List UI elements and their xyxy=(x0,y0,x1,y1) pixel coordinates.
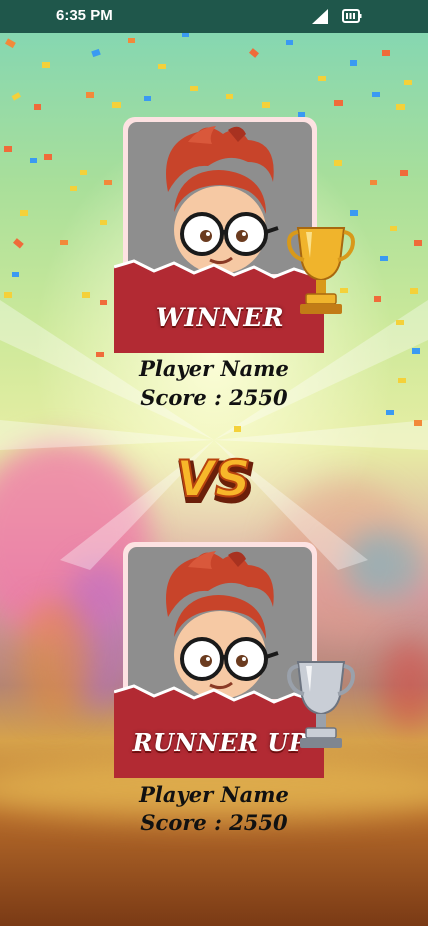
battery-icon xyxy=(342,9,362,23)
vs-badge: VS VS xyxy=(175,449,256,512)
winner-score: Score : 2550 xyxy=(140,385,288,410)
winner-player-name: Player Name xyxy=(139,356,289,381)
cartoon-boy-illustration xyxy=(166,551,279,699)
status-bar: 6:35 PM xyxy=(0,0,428,33)
signal-icon xyxy=(312,9,328,24)
silver-trophy-icon xyxy=(287,661,355,748)
cartoon-boy-illustration xyxy=(166,126,279,274)
runner-up-avatar xyxy=(128,547,312,699)
gold-trophy-icon xyxy=(287,227,355,314)
winner-avatar xyxy=(128,122,312,274)
runner-up-score: Score : 2550 xyxy=(140,810,288,835)
status-time: 6:35 PM xyxy=(56,7,113,24)
runner-up-player-name: Player Name xyxy=(139,782,289,807)
svg-text:VS: VS xyxy=(176,450,251,508)
